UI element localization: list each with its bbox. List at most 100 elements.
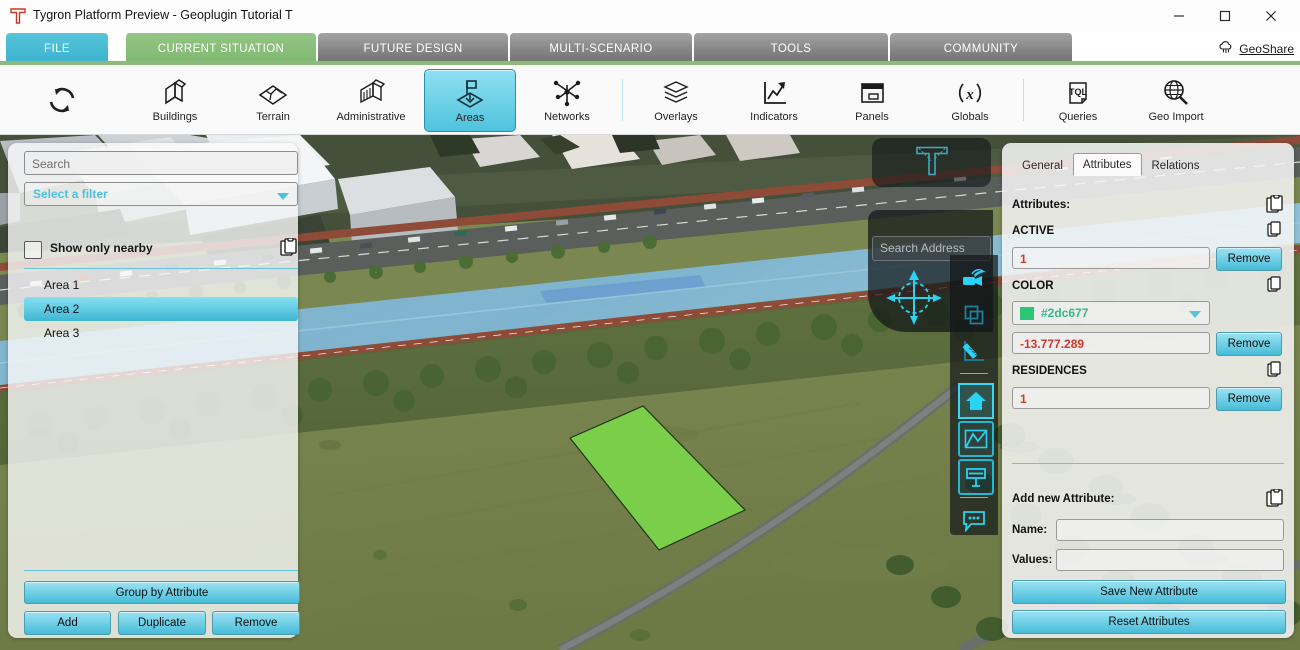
refresh-button[interactable] [16, 69, 108, 130]
ribbon-label-areas: Areas [455, 111, 485, 124]
duplicate-button[interactable]: Duplicate [118, 611, 206, 635]
tab-current-situation[interactable]: CURRENT SITUATION [126, 33, 316, 64]
attribute-value-color[interactable]: -13.777.289 [1012, 332, 1210, 354]
refresh-icon [45, 84, 79, 116]
ribbon-item-areas[interactable]: Areas [424, 69, 516, 132]
remove-attribute-active[interactable]: Remove [1216, 247, 1282, 271]
list-item-area-2[interactable]: Area 2 [24, 297, 298, 321]
tab-multi-scenario[interactable]: MULTI-SCENARIO [510, 33, 692, 64]
tab-tools[interactable]: TOOLS [694, 33, 888, 64]
duplicate-layers-tool[interactable] [958, 299, 990, 331]
new-attribute-values-input[interactable] [1056, 549, 1284, 571]
administrative-icon [354, 77, 388, 109]
queries-tql-icon: TQL [1061, 77, 1095, 109]
geoshare-link[interactable]: GeoShare [1218, 40, 1294, 57]
ribbon-label-overlays: Overlays [654, 110, 698, 123]
tool-separator-2 [960, 497, 988, 498]
ribbon-item-networks[interactable]: Networks [521, 69, 613, 130]
ribbon-item-panels[interactable]: Panels [826, 69, 918, 130]
attribute-color-dropdown[interactable]: #2dc677 [1012, 301, 1210, 325]
save-new-attribute-button[interactable]: Save New Attribute [1012, 580, 1286, 604]
tab-community[interactable]: COMMUNITY [890, 33, 1072, 64]
tygron-t-logo-icon [8, 6, 28, 26]
chevron-down-icon-color [1189, 311, 1201, 318]
new-attribute-values-label: Values: [1012, 554, 1053, 566]
ribbon-separator-2 [1023, 79, 1024, 121]
minimize-button[interactable] [1156, 0, 1202, 32]
map-top-widget[interactable] [872, 138, 991, 187]
filter-dropdown[interactable]: Select a filter [24, 182, 298, 206]
terrain-area-tool[interactable] [958, 421, 994, 457]
ribbon-item-administrative[interactable]: Administrative [325, 69, 417, 130]
attribute-value-active[interactable]: 1 [1012, 247, 1210, 269]
chevron-down-icon [277, 193, 289, 200]
color-hex-value: #2dc677 [1041, 306, 1089, 320]
geo-import-globe-icon [1159, 77, 1193, 109]
ribbon-item-terrain[interactable]: Terrain [227, 69, 319, 130]
search-input[interactable]: Search [24, 151, 298, 175]
ribbon-label-buildings: Buildings [152, 110, 198, 123]
new-attribute-name-label: Name: [1012, 524, 1048, 536]
ribbon-label-networks: Networks [544, 110, 590, 123]
clipboard-copy-icon-residences[interactable] [1267, 361, 1282, 383]
tab-file[interactable]: FILE [6, 33, 108, 64]
ribbon-item-indicators[interactable]: Indicators [728, 69, 820, 130]
duplicate-layers-icon [964, 305, 984, 325]
chat-bubble-tool[interactable] [958, 505, 990, 537]
filter-label: Select a filter [33, 187, 108, 201]
ribbon-label-globals: Globals [951, 110, 989, 123]
indicators-chart-icon [757, 77, 791, 109]
ribbon-item-overlays[interactable]: Overlays [630, 69, 722, 130]
clipboard-copy-icon-active[interactable] [1267, 221, 1282, 243]
clipboard-copy-icon[interactable] [280, 237, 298, 263]
add-button[interactable]: Add [24, 611, 111, 635]
ribbon-item-geo-import[interactable]: Geo Import [1130, 69, 1222, 130]
ribbon-item-buildings[interactable]: Buildings [129, 69, 221, 130]
globals-x-icon: x [953, 77, 987, 109]
show-only-nearby-label: Show only nearby [50, 241, 153, 255]
measure-ruler-tool[interactable] [958, 335, 990, 367]
buildings-icon [158, 77, 192, 109]
flying-camera-icon [963, 269, 986, 286]
geoshare-label: GeoShare [1239, 41, 1294, 56]
ribbon-label-geo-import: Geo Import [1148, 110, 1204, 123]
ribbon-item-globals[interactable]: x Globals [924, 69, 1016, 130]
reset-attributes-button[interactable]: Reset Attributes [1012, 610, 1286, 634]
building-home-icon [966, 392, 986, 410]
clipboard-copy-icon-attributes[interactable] [1266, 194, 1284, 220]
panel-sign-tool[interactable] [958, 459, 994, 495]
clipboard-copy-icon-add-new[interactable] [1266, 488, 1284, 514]
compass-navigation-icon[interactable] [884, 268, 944, 331]
remove-attribute-color[interactable]: Remove [1216, 332, 1282, 356]
list-divider-bottom [24, 570, 298, 571]
new-attribute-name-input[interactable] [1056, 519, 1284, 541]
list-divider-top [24, 268, 298, 269]
measure-ruler-icon [962, 341, 984, 361]
window-title: Tygron Platform Preview - Geoplugin Tuto… [33, 8, 293, 22]
maximize-button[interactable] [1202, 0, 1248, 32]
ribbon-label-queries: Queries [1058, 110, 1098, 123]
list-item-area-1[interactable]: Area 1 [24, 273, 298, 297]
group-by-attribute-button[interactable]: Group by Attribute [24, 581, 300, 604]
cloud-upload-icon [1218, 40, 1234, 57]
tab-relations[interactable]: Relations [1142, 154, 1210, 176]
tab-general[interactable]: General [1012, 154, 1073, 176]
overlays-layers-icon [659, 77, 693, 109]
remove-attribute-residences[interactable]: Remove [1216, 387, 1282, 411]
attribute-value-residences[interactable]: 1 [1012, 387, 1210, 409]
flying-camera-tool[interactable] [958, 263, 990, 295]
show-only-nearby-checkbox[interactable] [24, 241, 42, 259]
tab-attributes[interactable]: Attributes [1072, 153, 1142, 176]
svg-text:x: x [965, 87, 974, 103]
areas-list: Area 1 Area 2 Area 3 [24, 273, 298, 563]
building-home-tool[interactable] [958, 383, 994, 419]
clipboard-copy-icon-color[interactable] [1267, 276, 1282, 298]
list-item-area-3[interactable]: Area 3 [24, 321, 298, 345]
remove-button[interactable]: Remove [212, 611, 300, 635]
tool-separator-1 [960, 373, 988, 374]
close-button[interactable] [1248, 0, 1294, 32]
ribbon-item-queries[interactable]: TQL Queries [1032, 69, 1124, 130]
panels-window-icon [855, 77, 889, 109]
tab-future-design[interactable]: FUTURE DESIGN [318, 33, 508, 64]
ribbon-separator-1 [622, 79, 623, 121]
